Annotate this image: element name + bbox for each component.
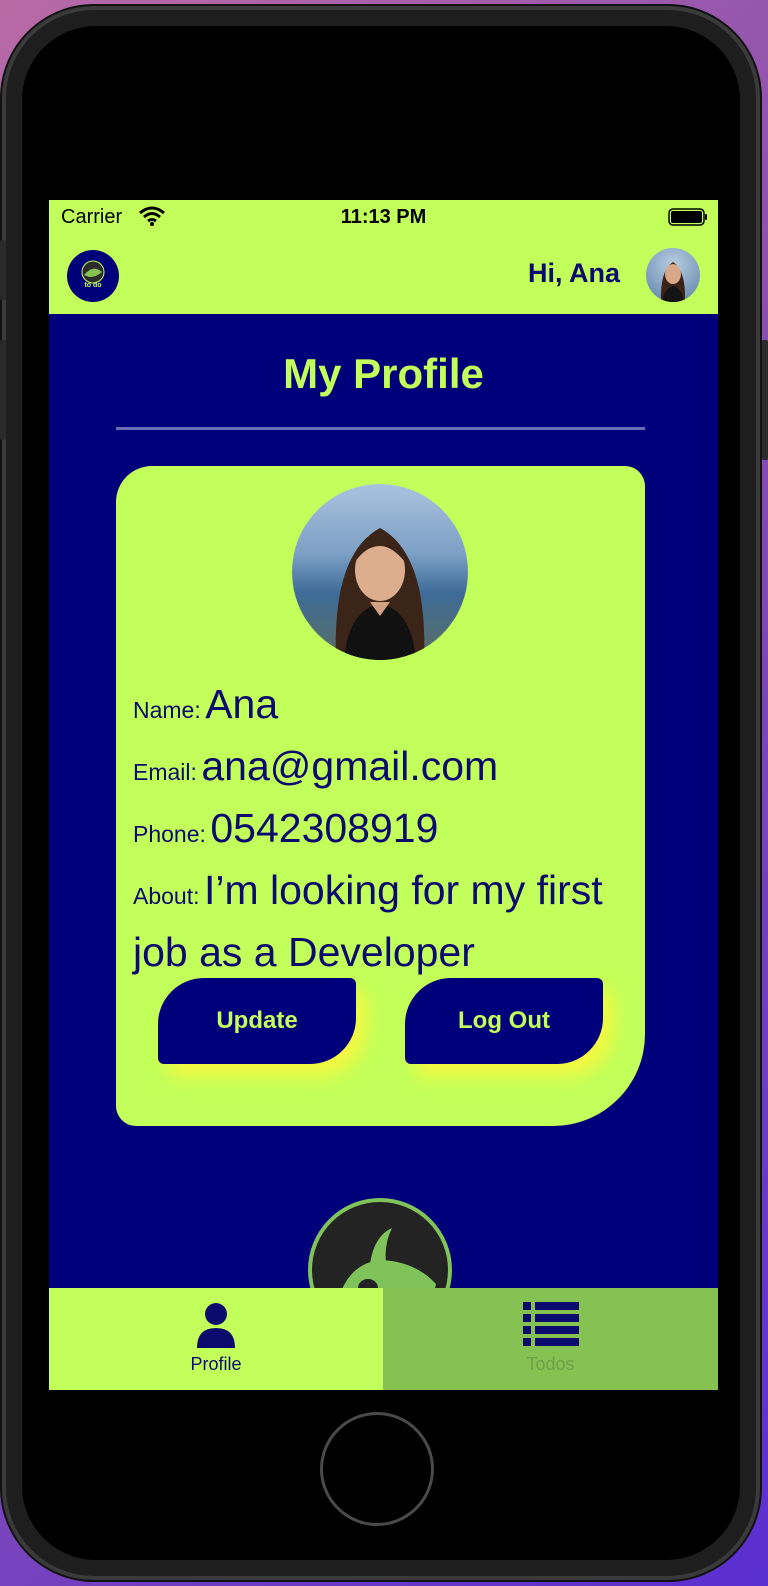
title-divider	[116, 427, 645, 430]
phone-label: Phone:	[133, 821, 206, 847]
email-label: Email:	[133, 759, 197, 785]
app-header: to do Hi, Ana	[49, 238, 718, 314]
tab-label: Profile	[190, 1354, 242, 1374]
tab-bar: Profile Todos	[49, 1288, 718, 1390]
name-label: Name:	[133, 697, 201, 723]
email-row: Email: ana@gmail.com	[133, 740, 633, 802]
profile-card: Name: Ana Email: ana@gmail.com Phone: 05…	[116, 466, 645, 1126]
battery-icon	[668, 208, 707, 226]
avatar[interactable]	[646, 248, 700, 302]
name-row: Name: Ana	[133, 678, 633, 740]
greeting-text: Hi, Ana	[527, 258, 620, 288]
profile-photo	[292, 484, 468, 660]
phone-row: Phone: 0542308919	[133, 802, 633, 864]
tab-todos[interactable]: Todos	[383, 1288, 718, 1390]
tab-label: Todos	[526, 1354, 575, 1374]
about-value: I’m looking for my first job as a Develo…	[133, 867, 603, 975]
logout-button[interactable]: Log Out	[405, 978, 603, 1064]
profile-info: Name: Ana Email: ana@gmail.com Phone: 05…	[133, 678, 633, 988]
home-button[interactable]	[320, 1412, 434, 1526]
name-value: Ana	[205, 681, 279, 727]
person-icon	[197, 1303, 235, 1348]
app-logo-icon[interactable]: to do	[67, 250, 119, 302]
about-label: About:	[133, 883, 200, 909]
tab-profile[interactable]: Profile	[49, 1288, 383, 1390]
profile-photo-image	[335, 528, 425, 660]
user-photo	[660, 262, 686, 302]
shark-icon	[81, 260, 105, 284]
email-value: ana@gmail.com	[201, 743, 499, 789]
page-title: My Profile	[283, 350, 484, 397]
logo-text: to do	[84, 282, 102, 289]
phone-value: 0542308919	[210, 805, 439, 851]
side-button	[0, 240, 6, 300]
clock: 11:13 PM	[340, 206, 427, 228]
update-button[interactable]: Update	[158, 978, 356, 1064]
list-icon	[522, 1302, 579, 1346]
side-button	[762, 340, 768, 460]
status-bar: Carrier 11:13 PM	[49, 200, 718, 238]
side-button	[0, 340, 6, 440]
app-screen: Carrier 11:13 PM to do Hi, Ana My Profil…	[49, 200, 718, 1390]
about-row: About: I’m looking for my first job as a…	[133, 864, 633, 988]
